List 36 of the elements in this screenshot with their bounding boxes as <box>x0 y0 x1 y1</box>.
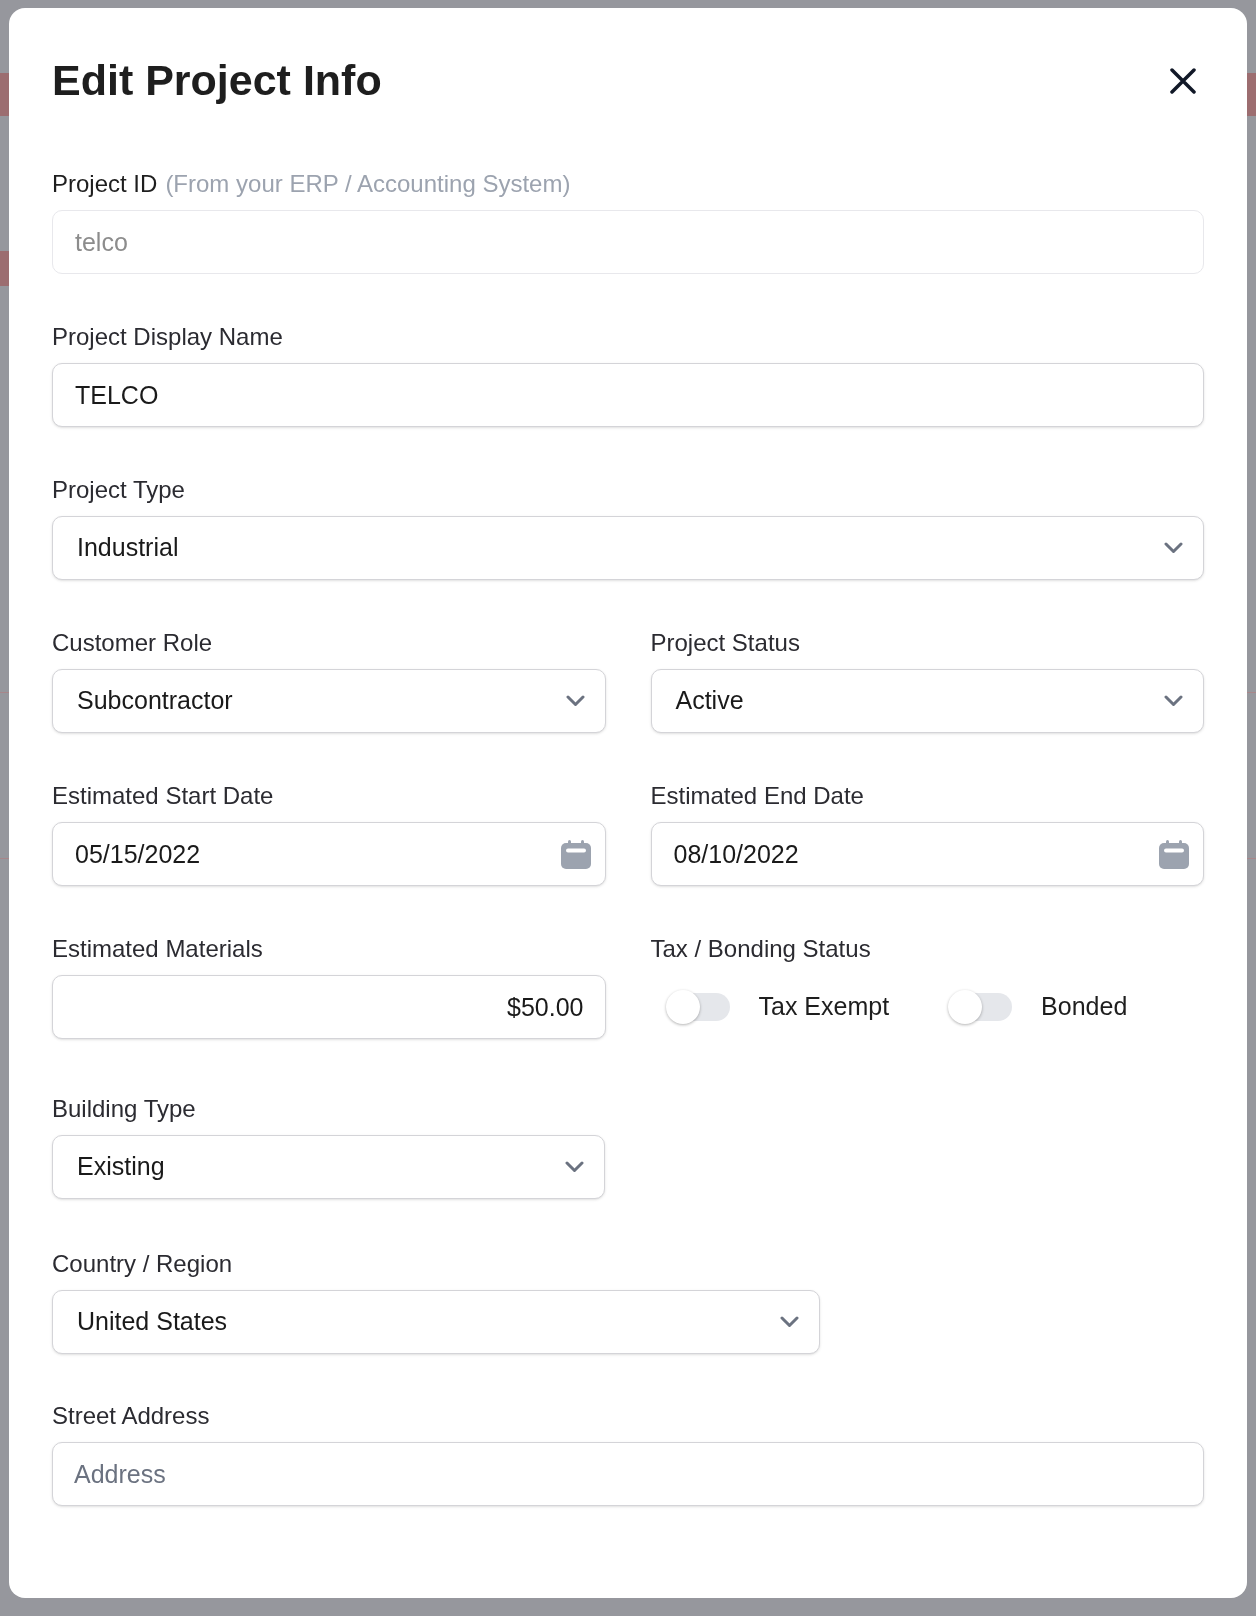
field-label: Customer Role <box>52 628 213 658</box>
dropdown-select[interactable]: Industrial <box>52 516 1204 580</box>
field-label: Building Type <box>52 1094 196 1124</box>
field-label: Project Type <box>52 475 185 505</box>
close-icon <box>1170 67 1196 94</box>
chevron-down-icon <box>565 695 585 707</box>
field-label: Project ID <box>52 169 158 199</box>
address-input[interactable]: Address <box>52 1442 1204 1506</box>
chevron-down-icon <box>780 1316 799 1328</box>
chevron-down-icon <box>1164 542 1183 554</box>
amount-input[interactable]: $50.00 <box>52 975 606 1039</box>
dropdown-select[interactable]: Subcontractor <box>52 669 606 733</box>
field-label: Country / Region <box>52 1249 233 1279</box>
chevron-down-icon <box>565 1161 584 1173</box>
toggle-label: Tax Exempt <box>758 991 890 1023</box>
chevron-down-icon <box>1164 695 1183 707</box>
field-label: Estimated End Date <box>650 781 864 811</box>
date-field[interactable]: 05/15/2022 <box>52 822 606 886</box>
dialog-title: Edit Project Info <box>52 55 382 106</box>
calendar-icon <box>560 840 591 869</box>
field-label: Street Address <box>52 1401 210 1431</box>
label-hint: (From your ERP / Accounting System) <box>165 169 571 199</box>
calendar-icon <box>1159 840 1189 869</box>
toggle-label: Bonded <box>1041 991 1128 1023</box>
toggle-switch[interactable] <box>948 990 1013 1024</box>
dropdown-select[interactable]: United States <box>52 1290 820 1354</box>
date-field[interactable]: 08/10/2022 <box>650 822 1204 886</box>
text-input[interactable]: TELCO <box>52 363 1204 427</box>
toggle-switch[interactable] <box>665 990 730 1024</box>
dropdown-select[interactable]: Active <box>650 669 1204 733</box>
field-label: Tax / Bonding Status <box>650 934 871 964</box>
field-label: Estimated Materials <box>52 934 263 964</box>
field-label: Project Display Name <box>52 322 283 352</box>
field-label: Estimated Start Date <box>52 781 274 811</box>
dropdown-select[interactable]: Existing <box>52 1135 605 1199</box>
field-label: Project Status <box>650 628 800 658</box>
